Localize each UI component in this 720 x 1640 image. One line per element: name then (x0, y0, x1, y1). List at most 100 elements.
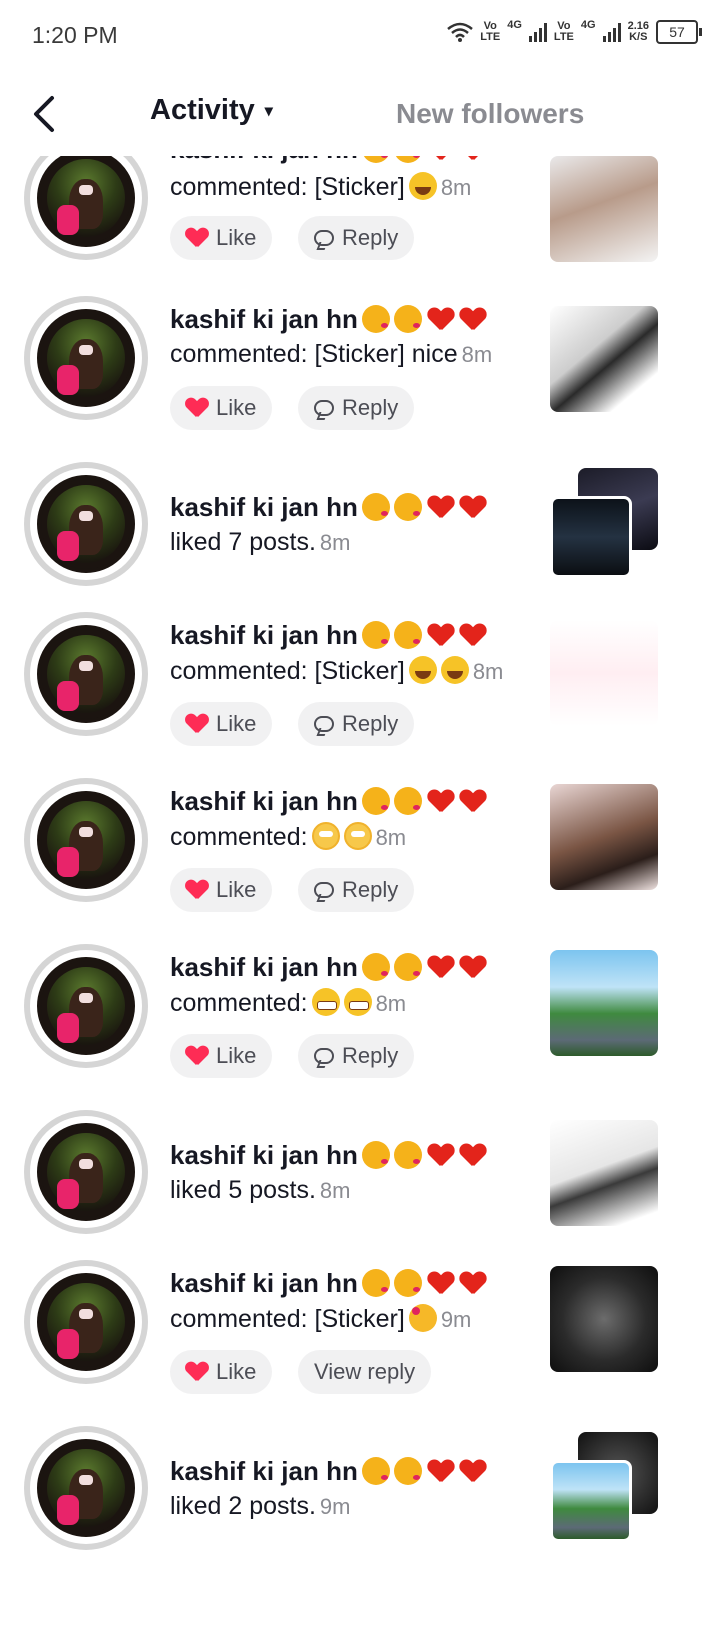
list-item[interactable]: kashif ki jan hn commented: [Sticker]8m … (0, 156, 720, 296)
username[interactable]: kashif ki jan hn (170, 492, 486, 523)
post-thumbnail-stack[interactable] (550, 468, 658, 578)
kiss-emoji-icon (361, 305, 390, 333)
timestamp: 8m (461, 342, 493, 367)
kiss-emoji-icon (361, 156, 390, 163)
avatar[interactable] (24, 1426, 148, 1550)
laughing-emoji-icon (408, 656, 437, 684)
red-heart-icon (460, 1458, 486, 1484)
list-item[interactable]: kashif ki jan hn commented: 8m Like Reply (0, 944, 720, 1110)
red-heart-icon (428, 954, 454, 980)
kiss-emoji-icon (393, 305, 422, 333)
username[interactable]: kashif ki jan hn (170, 156, 486, 165)
volte-indicator-1: Vo LTE (480, 20, 501, 43)
battery-icon: 57 (656, 20, 702, 44)
laughing-emoji-icon (408, 172, 437, 200)
heart-icon (186, 228, 208, 248)
activity-text: liked 5 posts. 8m (170, 1176, 351, 1204)
post-thumbnail[interactable] (550, 1266, 658, 1372)
kiss-emoji-icon (361, 493, 390, 521)
like-button[interactable]: Like (170, 386, 273, 430)
red-heart-icon (460, 622, 486, 648)
red-heart-icon (428, 306, 454, 332)
flushed-emoji-icon (343, 822, 372, 850)
caret-down-icon: ▾ (264, 102, 273, 120)
status-icons: Vo LTE 4G Vo LTE 4G 2.16 K/S 57 (447, 20, 702, 44)
list-item[interactable]: kashif ki jan hn commented: [Sticker] 9m … (0, 1260, 720, 1426)
avatar[interactable] (24, 1260, 148, 1384)
kiss-emoji-icon (393, 156, 422, 163)
list-item[interactable]: kashif ki jan hn commented: [Sticker]8m … (0, 612, 720, 778)
reply-button[interactable]: Reply (298, 868, 415, 912)
comment-icon (314, 882, 334, 898)
grinning-emoji-icon (311, 988, 340, 1016)
activity-text: liked 2 posts. 9m (170, 1492, 351, 1520)
status-bar: 1:20 PM Vo LTE 4G Vo LTE 4G 2.16 K/S 57 (0, 0, 720, 72)
username[interactable]: kashif ki jan hn (170, 304, 486, 335)
list-item[interactable]: kashif ki jan hn commented: [Sticker] ni… (0, 296, 720, 462)
red-heart-icon (428, 156, 454, 162)
like-button[interactable]: Like (170, 1350, 273, 1394)
avatar[interactable] (24, 462, 148, 586)
list-item[interactable]: kashif ki jan hn commented: 8m Like Reply (0, 778, 720, 944)
timestamp: 9m (319, 1494, 351, 1519)
comment-icon (314, 716, 334, 732)
username[interactable]: kashif ki jan hn (170, 620, 486, 651)
post-thumbnail[interactable] (550, 306, 658, 412)
avatar[interactable] (24, 1110, 148, 1234)
avatar[interactable] (24, 156, 148, 260)
post-thumbnail[interactable] (550, 156, 658, 262)
tab-activity[interactable]: Activity ▾ (150, 94, 273, 127)
avatar[interactable] (24, 296, 148, 420)
red-heart-icon (460, 954, 486, 980)
list-item[interactable]: kashif ki jan hn liked 2 posts. 9m (0, 1426, 720, 1586)
reply-button[interactable]: Reply (298, 386, 415, 430)
kiss-emoji-icon (361, 953, 390, 981)
reply-button[interactable]: Reply (298, 1034, 415, 1078)
username[interactable]: kashif ki jan hn (170, 1268, 486, 1299)
comment-icon (314, 1048, 334, 1064)
reply-button[interactable]: Reply (298, 216, 415, 260)
like-button[interactable]: Like (170, 702, 273, 746)
red-heart-icon (460, 1270, 486, 1296)
username[interactable]: kashif ki jan hn (170, 1456, 486, 1487)
kiss-emoji-icon (361, 1141, 390, 1169)
smiling-hearts-emoji-icon (408, 1304, 437, 1332)
signal-bars-2-icon (602, 22, 621, 42)
username[interactable]: kashif ki jan hn (170, 786, 486, 817)
like-button[interactable]: Like (170, 868, 273, 912)
comment-icon (314, 400, 334, 416)
kiss-emoji-icon (361, 621, 390, 649)
list-item[interactable]: kashif ki jan hn liked 7 posts. 8m (0, 462, 720, 612)
red-heart-icon (428, 788, 454, 814)
like-button[interactable]: Like (170, 216, 273, 260)
post-thumbnail[interactable] (550, 950, 658, 1056)
view-reply-button[interactable]: View reply (298, 1350, 432, 1394)
timestamp: 8m (440, 175, 472, 200)
username[interactable]: kashif ki jan hn (170, 952, 486, 983)
heart-icon (186, 1046, 208, 1066)
avatar[interactable] (24, 944, 148, 1068)
heart-icon (186, 1362, 208, 1382)
post-thumbnail-stack[interactable] (550, 1432, 658, 1542)
post-thumbnail[interactable] (550, 620, 658, 726)
post-thumbnail[interactable] (550, 1120, 658, 1226)
heart-icon (186, 880, 208, 900)
activity-list: kashif ki jan hn commented: [Sticker]8m … (0, 156, 720, 1640)
tab-new-followers[interactable]: New followers (396, 98, 584, 130)
list-item[interactable]: kashif ki jan hn liked 5 posts. 8m (0, 1110, 720, 1260)
like-button[interactable]: Like (170, 1034, 273, 1078)
avatar[interactable] (24, 612, 148, 736)
heart-icon (186, 714, 208, 734)
kiss-emoji-icon (393, 621, 422, 649)
reply-button[interactable]: Reply (298, 702, 415, 746)
back-button[interactable] (30, 94, 64, 134)
timestamp: 9m (440, 1307, 472, 1332)
activity-text: commented: 8m (170, 988, 407, 1017)
tab-activity-label: Activity (150, 94, 255, 126)
red-heart-icon (460, 156, 486, 162)
username[interactable]: kashif ki jan hn (170, 1140, 486, 1171)
post-thumbnail[interactable] (550, 784, 658, 890)
activity-header: Activity ▾ New followers (0, 72, 720, 156)
avatar[interactable] (24, 778, 148, 902)
flushed-emoji-icon (311, 822, 340, 850)
